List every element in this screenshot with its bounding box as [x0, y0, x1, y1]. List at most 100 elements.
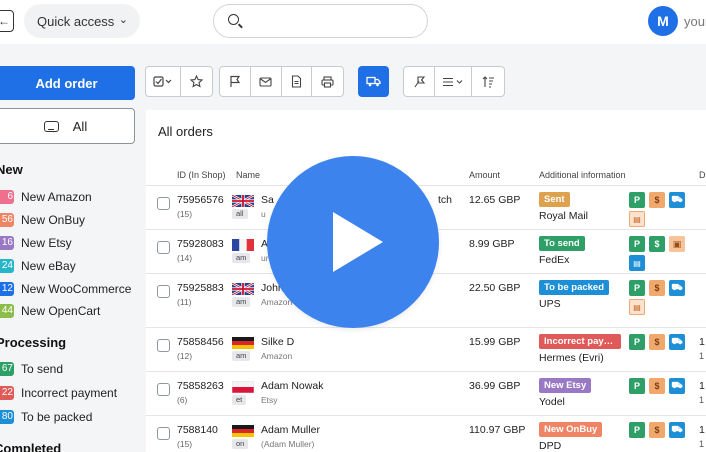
payment-p-icon[interactable]: P — [629, 422, 645, 438]
sidebar-item-label: New OpenCart — [21, 303, 101, 318]
sidebar-count: 56 — [0, 212, 14, 227]
status-badge[interactable]: To be packed — [539, 280, 610, 295]
payment-p-icon[interactable]: P — [629, 334, 645, 350]
user-name[interactable]: your — [684, 14, 706, 29]
truck-icon[interactable]: ⛟ — [669, 422, 685, 438]
document-blue-icon[interactable]: ▤ — [629, 255, 645, 271]
sidebar-count: 67 — [0, 361, 14, 376]
add-order-button[interactable]: Add order — [0, 66, 135, 100]
payment-p-icon[interactable]: P — [629, 236, 645, 252]
sidebar-item-new-onbuy[interactable]: 56 New OnBuy — [0, 211, 85, 228]
customer-name[interactable]: Adam Nowak — [261, 380, 323, 392]
row-checkbox[interactable] — [157, 241, 170, 254]
column-header-id[interactable]: ID (In Shop) — [177, 170, 226, 180]
table-row[interactable]: 75858456 (12) am Silke D Amazon 15.99 GB… — [146, 327, 706, 371]
table-row[interactable]: 7588140 (15) on Adam Muller (Adam Muller… — [146, 415, 706, 452]
row-checkbox[interactable] — [157, 197, 170, 210]
table-row[interactable]: 75858263 (6) et Adam Nowak Etsy 36.99 GB… — [146, 371, 706, 415]
customer-name[interactable]: Sa — [261, 194, 274, 206]
quick-access-dropdown[interactable]: Quick access ⌄ — [24, 4, 140, 38]
sidebar-item-new-ebay[interactable]: 24 New eBay — [0, 257, 76, 274]
select-checkbox-dropdown[interactable] — [146, 67, 182, 96]
row-checkbox[interactable] — [157, 427, 170, 440]
carrier-name: DPD — [539, 440, 562, 452]
customer-name[interactable]: Silke D — [261, 336, 294, 348]
order-amount: 110.97 GBP — [469, 424, 526, 436]
dollar-icon[interactable]: $ — [649, 280, 665, 296]
payment-p-icon[interactable]: P — [629, 280, 645, 296]
column-header-name[interactable]: Name — [236, 170, 260, 180]
carrier-name: Hermes (Evri) — [539, 352, 604, 364]
sidebar-item-to-send[interactable]: 67 To send — [0, 360, 63, 377]
sidebar-item-to-be-packed[interactable]: 80 To be packed — [0, 408, 92, 425]
order-id[interactable]: 75956576 — [177, 194, 224, 206]
search-box[interactable] — [213, 4, 428, 38]
truck-icon[interactable]: ⛟ — [669, 334, 685, 350]
order-id[interactable]: 75925883 — [177, 282, 224, 294]
order-id[interactable]: 75858263 — [177, 380, 224, 392]
status-badge[interactable]: New Etsy — [539, 378, 592, 393]
sidebar-item-new-etsy[interactable]: 16 New Etsy — [0, 234, 72, 251]
date-cell: 1 — [699, 380, 705, 392]
video-play-button[interactable] — [267, 156, 439, 328]
status-badge[interactable]: New OnBuy — [539, 422, 603, 437]
column-header-date[interactable]: D — [699, 170, 706, 180]
sort-button[interactable] — [472, 67, 504, 96]
sidebar-count: 44 — [0, 303, 14, 318]
dollar-icon[interactable]: $ — [649, 192, 665, 208]
row-checkbox[interactable] — [157, 285, 170, 298]
filter-toolbar-group — [403, 66, 505, 97]
payment-p-icon[interactable]: P — [629, 192, 645, 208]
customer-name[interactable]: Adam Muller — [261, 424, 320, 436]
row-checkbox[interactable] — [157, 339, 170, 352]
channel-tag: am — [232, 351, 251, 361]
sidebar-item-incorrect-payment[interactable]: 22 Incorrect payment — [0, 384, 117, 401]
truck-icon[interactable]: ⛟ — [669, 192, 685, 208]
assign-button[interactable] — [404, 67, 435, 96]
order-sub: (12) — [177, 351, 193, 361]
flag-button[interactable] — [220, 67, 251, 96]
gift-icon[interactable]: ▣ — [669, 236, 685, 252]
sort-icon — [482, 75, 494, 88]
back-arrow-icon[interactable]: ← — [0, 10, 14, 32]
shipping-button[interactable] — [358, 66, 389, 97]
printer-icon — [321, 75, 334, 88]
dollar-icon[interactable]: $ — [649, 378, 665, 394]
sidebar-item-new-opencart[interactable]: 44 New OpenCart — [0, 302, 100, 319]
row-checkbox[interactable] — [157, 383, 170, 396]
favorite-button[interactable] — [181, 67, 212, 96]
sidebar-item-new-amazon[interactable]: 6 New Amazon — [0, 188, 92, 205]
sidebar-item-new-woocommerce[interactable]: 12 New WooCommerce — [0, 280, 131, 297]
order-id[interactable]: 7588140 — [177, 424, 218, 436]
all-orders-button[interactable]: All — [0, 108, 135, 144]
date-sub: 1 — [699, 395, 705, 405]
document-button[interactable] — [282, 67, 313, 96]
column-header-amount[interactable]: Amount — [469, 170, 500, 180]
column-header-info[interactable]: Additional information — [539, 170, 626, 180]
customer-sub: Amazon — [261, 351, 293, 361]
search-input[interactable] — [248, 11, 418, 33]
order-id[interactable]: 75858456 — [177, 336, 224, 348]
sidebar-count: 80 — [0, 409, 14, 424]
order-id[interactable]: 75928083 — [177, 238, 224, 250]
truck-icon[interactable]: ⛟ — [669, 378, 685, 394]
email-button[interactable] — [251, 67, 282, 96]
status-badge[interactable]: To send — [539, 236, 585, 251]
dollar-icon[interactable]: $ — [649, 334, 665, 350]
truck-icon[interactable]: ⛟ — [669, 280, 685, 296]
sidebar-section-title: Processing — [0, 335, 67, 350]
invoice-document-icon[interactable]: ▤ — [629, 211, 645, 227]
print-button[interactable] — [312, 67, 343, 96]
dollar-icon[interactable]: $ — [649, 236, 665, 252]
status-badge[interactable]: Incorrect payment — [539, 334, 621, 349]
invoice-document-icon[interactable]: ▤ — [629, 299, 645, 315]
dollar-icon[interactable]: $ — [649, 422, 665, 438]
play-icon — [333, 212, 383, 272]
star-icon — [190, 75, 204, 88]
status-badge[interactable]: Sent — [539, 192, 570, 207]
avatar[interactable]: M — [648, 6, 678, 36]
channel-tag: am — [232, 297, 251, 307]
document-icon — [291, 75, 301, 88]
payment-p-icon[interactable]: P — [629, 378, 645, 394]
list-options-dropdown[interactable] — [435, 67, 472, 96]
